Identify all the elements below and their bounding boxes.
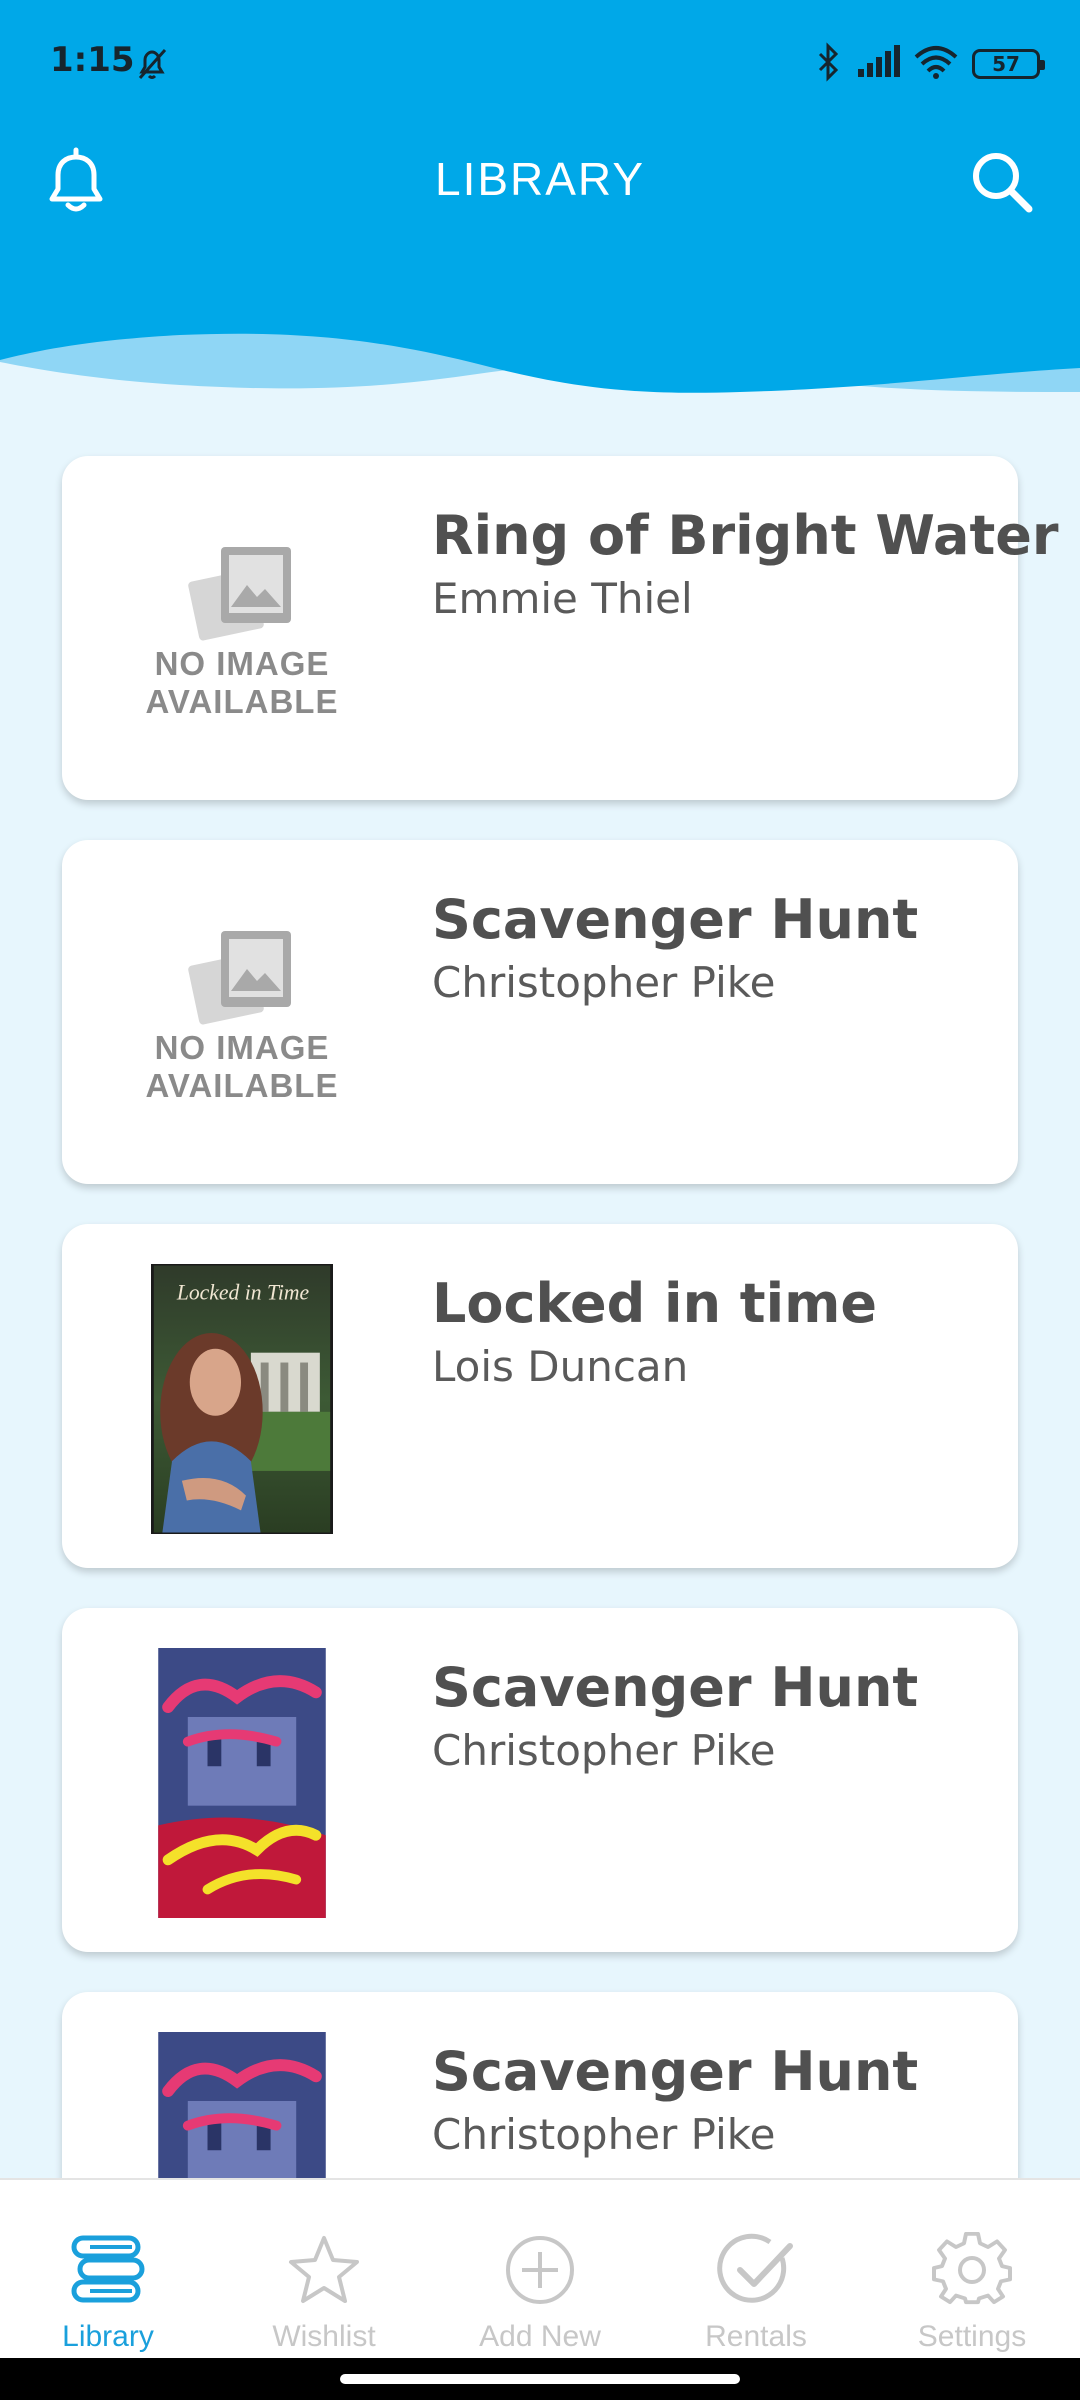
wifi-icon xyxy=(914,45,958,83)
nav-label: Library xyxy=(62,2320,154,2353)
nav-label: Settings xyxy=(917,2320,1027,2353)
add-circle-icon xyxy=(506,2236,574,2304)
no-image-text: NO IMAGE xyxy=(154,645,330,682)
nav-wishlist[interactable]: Wishlist xyxy=(216,2180,432,2358)
book-title: Ring of Bright Water xyxy=(432,504,1059,567)
book-cover xyxy=(142,1648,342,1918)
book-author: Christopher Pike xyxy=(432,2110,776,2159)
status-bar: 1:15 57 xyxy=(0,0,1080,130)
book-card[interactable]: NO IMAGE AVAILABLE Ring of Bright Water … xyxy=(62,456,1059,800)
nav-add-new[interactable]: Add New xyxy=(432,2180,648,2358)
gesture-navigation-bar xyxy=(0,2358,1080,2400)
book-title: Scavenger Hunt xyxy=(432,2040,919,2103)
bluetooth-icon xyxy=(816,42,842,86)
bottom-navigation: Library Wishlist Add New Rentals Setting… xyxy=(0,2178,1080,2358)
no-image-text: AVAILABLE xyxy=(145,1067,339,1104)
book-author: Christopher Pike xyxy=(432,1726,776,1775)
battery-indicator: 57 xyxy=(972,49,1045,79)
star-icon xyxy=(289,2236,359,2303)
book-title: Scavenger Hunt xyxy=(432,1656,919,1719)
status-time: 1:15 xyxy=(50,40,135,80)
scavenger-hunt-cover-image xyxy=(158,1648,326,1918)
home-indicator[interactable] xyxy=(340,2374,740,2384)
book-card[interactable]: Scavenger Hunt Christopher Pike xyxy=(62,1992,1018,2178)
book-title: Scavenger Hunt xyxy=(432,888,919,951)
nav-library[interactable]: Library xyxy=(0,2180,216,2358)
search-icon xyxy=(973,153,1033,213)
page-title: LIBRARY xyxy=(434,153,646,205)
library-icon xyxy=(71,2235,145,2303)
no-image-placeholder: NO IMAGE AVAILABLE xyxy=(142,496,342,766)
no-image-placeholder: NO IMAGE AVAILABLE xyxy=(142,880,342,1150)
book-card[interactable]: Locked in Time Locked in time Lois Dunca… xyxy=(62,1224,1018,1568)
book-card[interactable]: Scavenger Hunt Christopher Pike xyxy=(62,1608,1018,1952)
cover-title-text: Locked in Time xyxy=(176,1280,310,1304)
image-placeholder-icon xyxy=(188,547,291,641)
gear-icon xyxy=(932,2232,1012,2305)
book-author: Emmie Thiel xyxy=(432,574,693,623)
book-author: Lois Duncan xyxy=(432,1342,689,1391)
book-author: Christopher Pike xyxy=(432,958,776,1007)
signal-icon xyxy=(856,45,900,83)
book-title: Locked in time xyxy=(432,1272,878,1335)
battery-level: 57 xyxy=(992,52,1020,76)
nav-label: Add New xyxy=(479,2320,601,2353)
scavenger-hunt-cover-image xyxy=(158,2032,326,2178)
search-button[interactable] xyxy=(962,142,1042,222)
notifications-muted-icon xyxy=(132,44,172,88)
nav-label: Rentals xyxy=(705,2320,807,2353)
header: 1:15 57 LIBRARY xyxy=(0,0,1080,400)
nav-settings[interactable]: Settings xyxy=(864,2180,1080,2358)
book-cover: Locked in Time xyxy=(142,1264,342,1534)
no-image-text: AVAILABLE xyxy=(145,683,339,720)
image-placeholder-icon xyxy=(188,931,291,1025)
no-image-text: NO IMAGE xyxy=(154,1029,330,1066)
locked-in-time-cover-image: Locked in Time xyxy=(151,1264,333,1534)
app-bar: LIBRARY xyxy=(0,130,1080,240)
book-card[interactable]: NO IMAGE AVAILABLE Scavenger Hunt Christ… xyxy=(62,840,1018,1184)
nav-label: Wishlist xyxy=(272,2320,376,2353)
book-list[interactable]: NO IMAGE AVAILABLE Ring of Bright Water … xyxy=(0,400,1080,2178)
book-cover xyxy=(142,2032,342,2178)
nav-rentals[interactable]: Rentals xyxy=(648,2180,864,2358)
check-circle-icon xyxy=(717,2233,793,2303)
